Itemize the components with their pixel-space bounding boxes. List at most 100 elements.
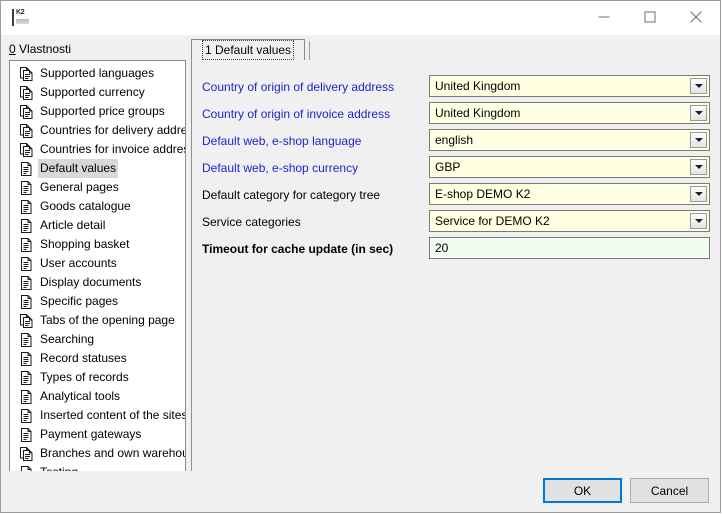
field-value: GBP bbox=[435, 160, 460, 174]
tree-item[interactable]: General pages bbox=[10, 178, 185, 197]
dialog-footer: OK Cancel bbox=[1, 471, 720, 512]
chevron-down-icon[interactable] bbox=[690, 186, 707, 202]
minimize-icon[interactable] bbox=[581, 1, 627, 33]
tree-item-label: Countries for delivery addresses bbox=[38, 121, 185, 140]
tree-item[interactable]: Display documents bbox=[10, 273, 185, 292]
tab-strip: 1 Default values bbox=[191, 39, 712, 61]
document-icon bbox=[19, 238, 33, 252]
tree-item[interactable]: Countries for invoice addresses bbox=[10, 140, 185, 159]
documents-multi-icon bbox=[19, 314, 33, 328]
document-icon bbox=[19, 371, 33, 385]
combobox[interactable]: GBP bbox=[429, 156, 710, 178]
maximize-icon[interactable] bbox=[627, 1, 673, 33]
field-label[interactable]: Country of origin of invoice address bbox=[202, 107, 390, 121]
properties-tree-label-accelerator: 0 bbox=[9, 42, 16, 56]
tree-item-label: Goods catalogue bbox=[38, 197, 133, 216]
chevron-down-icon[interactable] bbox=[690, 78, 707, 94]
form-row: Timeout for cache update (in sec) 20 bbox=[192, 237, 712, 264]
document-icon bbox=[19, 257, 33, 271]
cancel-button[interactable]: Cancel bbox=[630, 478, 709, 503]
properties-tree-list[interactable]: Supported languagesSupported currencySup… bbox=[10, 61, 185, 486]
combobox[interactable]: E-shop DEMO K2 bbox=[429, 183, 710, 205]
document-icon bbox=[19, 333, 33, 347]
tree-item-label: Searching bbox=[38, 330, 96, 349]
document-icon bbox=[19, 219, 33, 233]
properties-tree-label: 0 Vlastnosti bbox=[9, 42, 71, 56]
document-icon bbox=[19, 162, 33, 176]
field-label[interactable]: Default web, e-shop language bbox=[202, 134, 361, 148]
tree-item[interactable]: Tabs of the opening page bbox=[10, 311, 185, 330]
combobox[interactable]: United Kingdom bbox=[429, 102, 710, 124]
field-value: United Kingdom bbox=[435, 106, 520, 120]
field-label: Timeout for cache update (in sec) bbox=[202, 242, 393, 256]
text-input[interactable]: 20 bbox=[429, 237, 710, 259]
tree-item-label: Specific pages bbox=[38, 292, 120, 311]
field-label[interactable]: Country of origin of delivery address bbox=[202, 80, 394, 94]
documents-multi-icon bbox=[19, 67, 33, 81]
document-icon bbox=[19, 200, 33, 214]
documents-multi-icon bbox=[19, 86, 33, 100]
chevron-down-icon[interactable] bbox=[690, 213, 707, 229]
tree-item[interactable]: Searching bbox=[10, 330, 185, 349]
tree-item[interactable]: Supported currency bbox=[10, 83, 185, 102]
tree-item-label: Default values bbox=[38, 159, 118, 178]
documents-multi-icon bbox=[19, 124, 33, 138]
tree-item-label: Inserted content of the sites bbox=[38, 406, 185, 425]
field-value: E-shop DEMO K2 bbox=[435, 187, 530, 201]
close-icon[interactable] bbox=[673, 1, 719, 33]
document-icon bbox=[19, 390, 33, 404]
properties-tree-panel: Supported languagesSupported currencySup… bbox=[9, 60, 186, 509]
tree-item[interactable]: Inserted content of the sites bbox=[10, 406, 185, 425]
tree-item-label: Record statuses bbox=[38, 349, 129, 368]
document-icon bbox=[19, 295, 33, 309]
tree-item[interactable]: Countries for delivery addresses bbox=[10, 121, 185, 140]
tree-item[interactable]: Supported languages bbox=[10, 64, 185, 83]
tree-item-label: Tabs of the opening page bbox=[38, 311, 177, 330]
tree-item[interactable]: Payment gateways bbox=[10, 425, 185, 444]
tree-item-label: Supported price groups bbox=[38, 102, 167, 121]
form-row: Country of origin of delivery address Uni… bbox=[192, 75, 712, 102]
chevron-down-icon[interactable] bbox=[690, 105, 707, 121]
tab-default-values-label: 1 Default values bbox=[204, 42, 292, 58]
field-value: english bbox=[435, 133, 473, 147]
form-row: Service categoriesService for DEMO K2 bbox=[192, 210, 712, 237]
tree-item-label: Payment gateways bbox=[38, 425, 143, 444]
document-icon bbox=[19, 181, 33, 195]
tree-item[interactable]: Goods catalogue bbox=[10, 197, 185, 216]
combobox[interactable]: United Kingdom bbox=[429, 75, 710, 97]
tree-item-label: Display documents bbox=[38, 273, 143, 292]
tab-default-values[interactable]: 1 Default values bbox=[191, 39, 305, 61]
chevron-down-icon[interactable] bbox=[690, 132, 707, 148]
form-row: Country of origin of invoice address Unit… bbox=[192, 102, 712, 129]
title-bar: K2 bbox=[1, 1, 720, 35]
document-icon bbox=[19, 352, 33, 366]
tree-item[interactable]: Default values bbox=[10, 159, 185, 178]
tree-item-label: Shopping basket bbox=[38, 235, 131, 254]
tree-item[interactable]: Supported price groups bbox=[10, 102, 185, 121]
tree-item-label: Countries for invoice addresses bbox=[38, 140, 185, 159]
field-label: Default category for category tree bbox=[202, 188, 380, 202]
tree-item-label: Supported currency bbox=[38, 83, 147, 102]
tree-item[interactable]: Shopping basket bbox=[10, 235, 185, 254]
chevron-down-icon[interactable] bbox=[690, 159, 707, 175]
combobox[interactable]: english bbox=[429, 129, 710, 151]
tree-item[interactable]: Branches and own warehouses bbox=[10, 444, 185, 463]
document-icon bbox=[19, 409, 33, 423]
tree-item[interactable]: Article detail bbox=[10, 216, 185, 235]
tree-item[interactable]: Record statuses bbox=[10, 349, 185, 368]
document-icon bbox=[19, 428, 33, 442]
tree-item-label: Analytical tools bbox=[38, 387, 122, 406]
field-label[interactable]: Default web, e-shop currency bbox=[202, 161, 358, 175]
ok-button[interactable]: OK bbox=[543, 478, 622, 503]
field-value: 20 bbox=[435, 241, 448, 255]
documents-multi-icon bbox=[19, 105, 33, 119]
tree-item[interactable]: User accounts bbox=[10, 254, 185, 273]
default-values-form: Country of origin of delivery address Uni… bbox=[191, 60, 712, 509]
tree-item[interactable]: Types of records bbox=[10, 368, 185, 387]
k2-app-icon: K2 bbox=[11, 7, 33, 29]
tree-item[interactable]: Specific pages bbox=[10, 292, 185, 311]
tree-item[interactable]: Analytical tools bbox=[10, 387, 185, 406]
tree-item-label: User accounts bbox=[38, 254, 119, 273]
combobox[interactable]: Service for DEMO K2 bbox=[429, 210, 710, 232]
k2-app-icon-label: K2 bbox=[16, 9, 24, 16]
